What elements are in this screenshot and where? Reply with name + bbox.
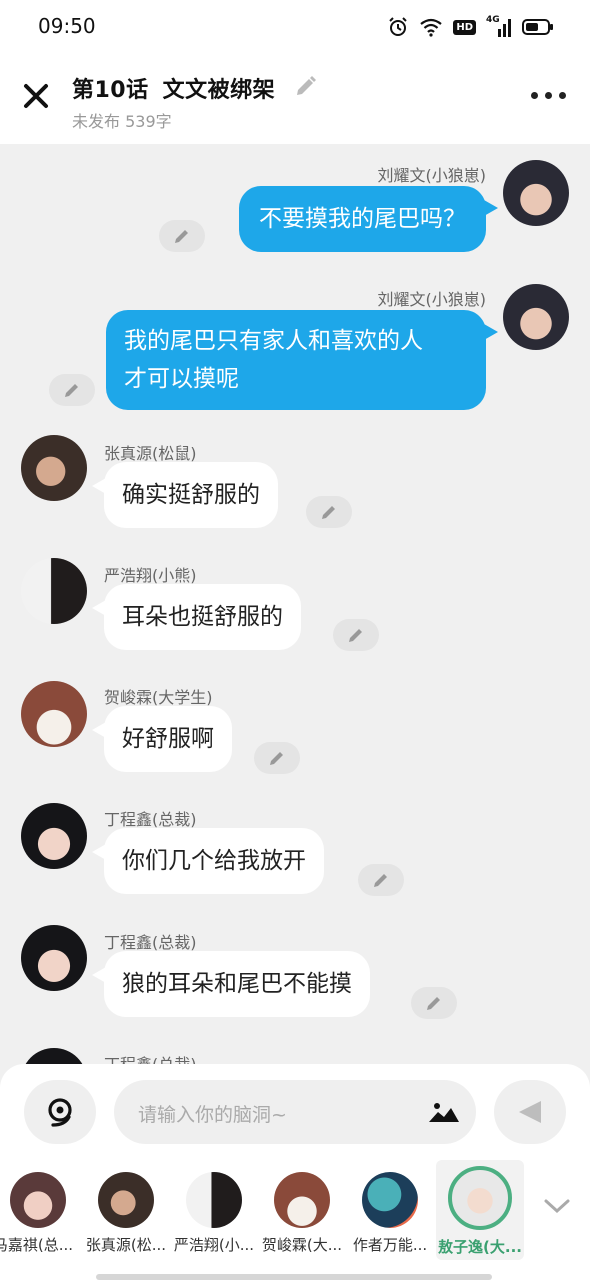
voice-icon	[48, 1098, 72, 1127]
speaker-name: 丁程鑫(总裁)	[104, 933, 197, 952]
message-bubble[interactable]: 好舒服啊	[104, 706, 232, 772]
character-avatar	[448, 1166, 512, 1230]
status-icons: HD 4G	[387, 15, 554, 38]
pencil-icon	[322, 506, 335, 519]
speaker-name: 丁程鑫(总裁)	[104, 1051, 197, 1064]
character-avatar	[98, 1172, 154, 1228]
avatar[interactable]	[503, 284, 569, 350]
speaker-name: 贺峻霖(大学生)	[104, 688, 213, 707]
edit-message-button[interactable]	[411, 987, 457, 1019]
speaker-name: 刘耀文(小狼崽)	[377, 166, 487, 185]
avatar[interactable]	[21, 803, 87, 869]
edit-message-button[interactable]	[254, 742, 300, 774]
alarm-icon	[389, 17, 408, 36]
status-time: 09:50	[38, 14, 96, 38]
pencil-icon	[175, 230, 188, 243]
message-bubble[interactable]: 耳朵也挺舒服的	[104, 584, 301, 650]
edit-message-button[interactable]	[358, 864, 404, 896]
character-item[interactable]: 马嘉祺(总...	[0, 1160, 82, 1255]
avatar[interactable]	[21, 925, 87, 991]
character-item-selected[interactable]: 敖子逸(大...	[436, 1160, 524, 1260]
publish-status: 未发布 539字	[72, 112, 172, 131]
avatar[interactable]	[21, 1048, 87, 1064]
pencil-icon	[427, 997, 440, 1010]
send-button[interactable]	[494, 1080, 566, 1144]
bubble-line: 我的尾巴只有家人和喜欢的人	[124, 328, 423, 354]
speaker-name: 严浩翔(小熊)	[104, 566, 197, 585]
battery-icon	[522, 19, 553, 35]
character-avatar	[10, 1172, 66, 1228]
top-bar: 第10话 文文被绑架 未发布 539字	[0, 52, 590, 144]
episode-title: 文文被绑架	[162, 78, 276, 103]
signal-icon: 4G	[486, 15, 512, 37]
edit-message-button[interactable]	[306, 496, 352, 528]
voice-button[interactable]	[24, 1080, 96, 1144]
character-item[interactable]: 张真源(松...	[82, 1160, 170, 1255]
composer-panel: 请输入你的脑洞~ 马嘉祺(总... 张真源(松... 严浩翔(小... 贺峻霖(…	[0, 1064, 590, 1280]
character-item[interactable]: 作者万能...	[346, 1160, 434, 1255]
chat-area[interactable]: 刘耀文(小狼崽) 不要摸我的尾巴吗？ 刘耀文(小狼崽) 我的尾巴只有家人和喜欢的…	[0, 144, 590, 1064]
character-item[interactable]: 严浩翔(小...	[170, 1160, 258, 1255]
pencil-icon	[374, 874, 387, 887]
wifi-icon	[420, 18, 443, 37]
character-item[interactable]: 贺峻霖(大...	[258, 1160, 346, 1255]
character-avatar	[362, 1172, 418, 1228]
avatar[interactable]	[21, 435, 87, 501]
character-label: 作者万能...	[352, 1236, 428, 1254]
speaker-name: 丁程鑫(总裁)	[104, 810, 197, 829]
character-strip[interactable]: 马嘉祺(总... 张真源(松... 严浩翔(小... 贺峻霖(大... 作者万能…	[0, 1160, 590, 1280]
scrollbar[interactable]	[96, 1274, 492, 1280]
message-bubble[interactable]: 狼的耳朵和尾巴不能摸	[104, 951, 370, 1017]
edit-message-button[interactable]	[159, 220, 205, 252]
character-label: 敖子逸(大...	[438, 1238, 522, 1256]
bubble-line: 才可以摸呢	[124, 366, 239, 392]
status-bar: 09:50 HD 4G	[0, 0, 590, 52]
avatar[interactable]	[503, 160, 569, 226]
message-bubble[interactable]: 不要摸我的尾巴吗？	[239, 186, 486, 252]
message-bubble[interactable]: 确实挺舒服的	[104, 462, 278, 528]
pencil-icon	[270, 752, 283, 765]
message-bubble[interactable]: 我的尾巴只有家人和喜欢的人 才可以摸呢	[106, 310, 486, 410]
character-label: 马嘉祺(总...	[0, 1236, 74, 1254]
more-options-icon[interactable]	[531, 92, 566, 99]
character-label: 贺峻霖(大...	[261, 1236, 343, 1254]
edit-message-button[interactable]	[49, 374, 95, 406]
network-type: 4G	[486, 15, 500, 25]
close-icon[interactable]	[20, 80, 52, 112]
pencil-icon	[349, 629, 362, 642]
input-placeholder: 请输入你的脑洞~	[138, 1104, 287, 1126]
chevron-down-icon[interactable]	[542, 1196, 572, 1216]
pencil-icon	[65, 384, 78, 397]
story-input[interactable]: 请输入你的脑洞~	[114, 1080, 476, 1144]
speaker-name: 张真源(松鼠)	[104, 444, 197, 463]
page-title: 第10话 文文被绑架	[72, 72, 275, 104]
avatar[interactable]	[21, 681, 87, 747]
character-avatar	[274, 1172, 330, 1228]
episode-number: 第10话	[72, 78, 149, 103]
character-label: 张真源(松...	[85, 1236, 167, 1254]
hd-badge: HD	[453, 19, 476, 35]
avatar[interactable]	[21, 558, 87, 624]
message-bubble[interactable]: 你们几个给我放开	[104, 828, 324, 894]
edit-title-icon[interactable]	[292, 74, 318, 100]
bubble-tail	[484, 200, 498, 216]
image-icon[interactable]	[428, 1100, 460, 1124]
edit-message-button[interactable]	[333, 619, 379, 651]
character-label: 严浩翔(小...	[173, 1236, 255, 1254]
bubble-tail	[484, 324, 498, 340]
send-icon	[519, 1101, 541, 1123]
character-avatar	[186, 1172, 242, 1228]
speaker-name: 刘耀文(小狼崽)	[377, 290, 487, 309]
